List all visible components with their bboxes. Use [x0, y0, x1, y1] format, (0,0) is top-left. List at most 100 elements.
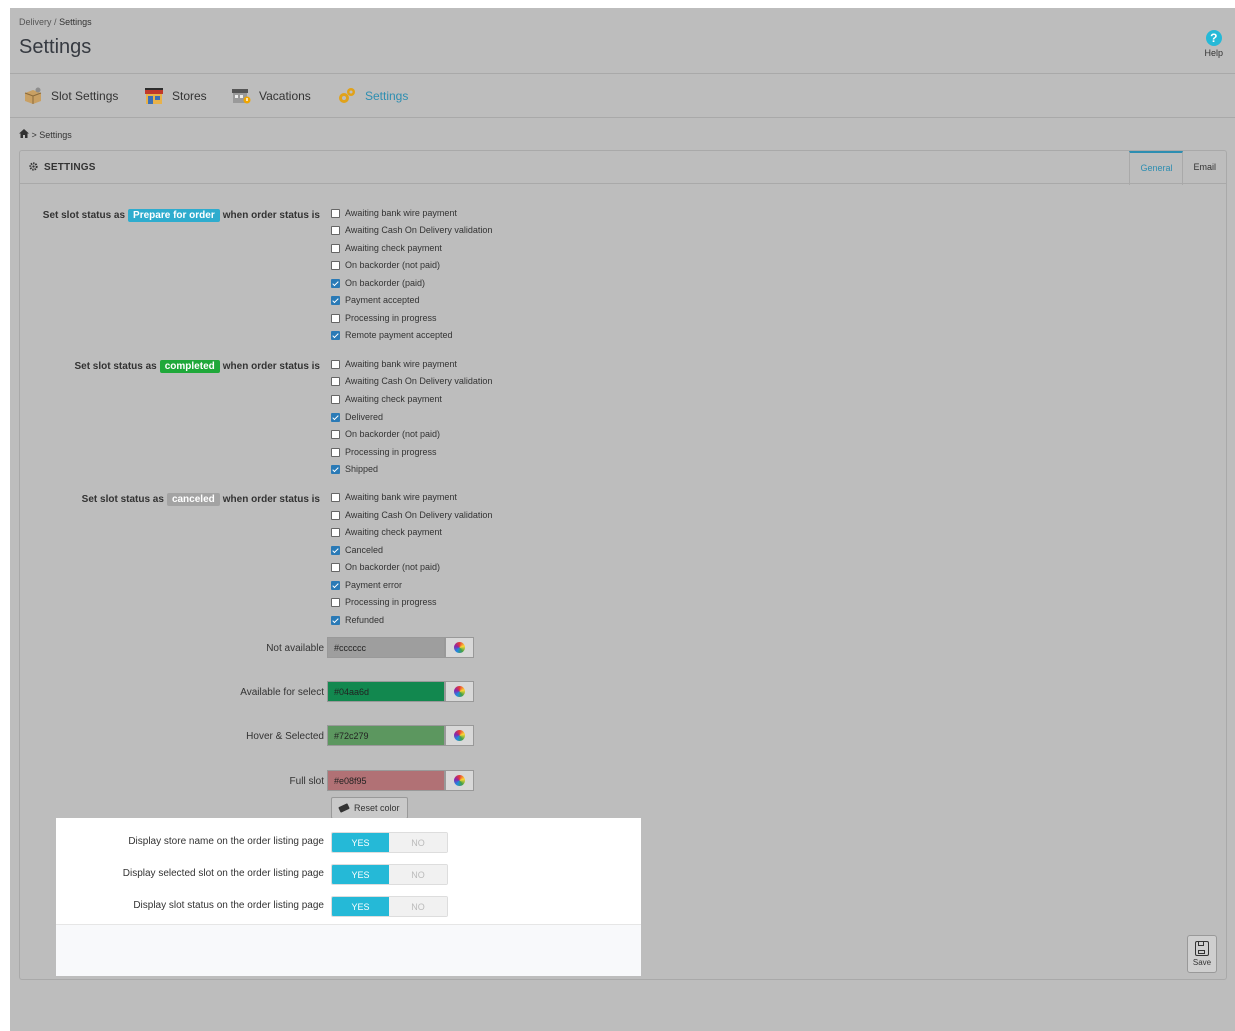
checkbox-item[interactable]: Canceled — [331, 543, 383, 557]
color-wheel-icon — [454, 642, 465, 653]
nav-vacations[interactable]: Vacations — [231, 86, 311, 106]
checkbox-item[interactable]: Payment error — [331, 578, 402, 592]
checkbox[interactable] — [331, 260, 340, 270]
toggle-no[interactable]: NO — [389, 897, 447, 916]
checkbox[interactable] — [331, 394, 340, 404]
help-button[interactable]: ? Help — [1204, 30, 1223, 58]
checkbox[interactable] — [331, 597, 340, 607]
slot-status-toggle[interactable]: YES NO — [331, 896, 448, 917]
reset-color-button[interactable]: Reset color — [331, 797, 408, 819]
checkbox[interactable] — [331, 527, 340, 537]
home-icon[interactable] — [19, 129, 32, 140]
vacation-store-icon — [231, 87, 251, 105]
nav-settings[interactable]: Settings — [337, 86, 408, 106]
checkbox-checked[interactable] — [331, 464, 340, 474]
checkbox-item[interactable]: Remote payment accepted — [331, 328, 453, 342]
checkbox-label: Payment accepted — [345, 295, 420, 305]
breadcrumb-current: Settings — [59, 17, 92, 27]
checkbox-item[interactable]: Delivered — [331, 410, 383, 424]
color-label-available: Available for select — [240, 687, 324, 698]
color-picker-button[interactable] — [445, 725, 474, 746]
nav-slot-settings[interactable]: Slot Settings — [23, 86, 118, 106]
save-button[interactable]: Save — [1187, 935, 1217, 973]
checkbox-item[interactable]: Awaiting check payment — [331, 392, 442, 406]
checkbox-item[interactable]: Refunded — [331, 613, 384, 627]
checkbox-label: Awaiting bank wire payment — [345, 492, 457, 502]
checkbox-item[interactable]: On backorder (paid) — [331, 276, 425, 290]
checkbox-item[interactable]: On backorder (not paid) — [331, 258, 440, 272]
checkbox-item[interactable]: Awaiting check payment — [331, 241, 442, 255]
tab-general[interactable]: General — [1129, 151, 1184, 185]
panel-header: SETTINGS General Email — [20, 151, 1226, 185]
checkbox[interactable] — [331, 562, 340, 572]
panel-title: SETTINGS — [29, 162, 96, 173]
color-picker-button[interactable] — [445, 637, 474, 658]
checkbox-label: Canceled — [345, 545, 384, 555]
nav-stores[interactable]: Stores — [144, 86, 207, 106]
checkbox[interactable] — [331, 376, 340, 386]
checkbox-checked[interactable] — [331, 278, 340, 288]
checkbox[interactable] — [331, 447, 340, 457]
checkbox-label: On backorder (not paid) — [345, 562, 441, 572]
checkbox-checked[interactable] — [331, 295, 340, 305]
toggle-yes[interactable]: YES — [332, 897, 389, 916]
help-icon: ? — [1205, 30, 1222, 46]
checkbox[interactable] — [331, 492, 340, 502]
nav-label: Slot Settings — [51, 89, 119, 103]
checkbox-item[interactable]: Processing in progress — [331, 445, 437, 459]
checkbox-item[interactable]: Processing in progress — [331, 311, 437, 325]
checkbox-label: Awaiting check payment — [345, 527, 442, 537]
checkbox-item[interactable]: Awaiting Cash On Delivery validation — [331, 374, 492, 388]
status-badge-completed: completed — [159, 360, 220, 373]
checkbox-checked[interactable] — [331, 545, 340, 555]
checkbox[interactable] — [331, 208, 340, 218]
checkbox-item[interactable]: Shipped — [331, 462, 378, 476]
toggle-no[interactable]: NO — [389, 833, 447, 852]
selected-slot-toggle[interactable]: YES NO — [331, 864, 448, 885]
checkbox-item[interactable]: Processing in progress — [331, 595, 437, 609]
checkbox-item[interactable]: Awaiting bank wire payment — [331, 357, 457, 371]
checkbox-item[interactable]: On backorder (not paid) — [331, 427, 440, 441]
checkbox-checked[interactable] — [331, 412, 340, 422]
nav-label: Settings — [365, 89, 409, 103]
checkbox[interactable] — [331, 313, 340, 323]
checkbox-checked[interactable] — [331, 580, 340, 590]
status-badge-prepare: Prepare for order — [128, 209, 220, 222]
checkbox-item[interactable]: On backorder (not paid) — [331, 560, 440, 574]
checkbox[interactable] — [331, 510, 340, 520]
color-wheel-icon — [454, 775, 465, 786]
checkbox[interactable] — [331, 243, 340, 253]
label-prefix: Set slot status as — [42, 210, 126, 221]
checkbox-item[interactable]: Awaiting bank wire payment — [331, 206, 457, 220]
toggle-no[interactable]: NO — [389, 865, 447, 884]
toggle-yes[interactable]: YES — [332, 833, 389, 852]
checkbox-label: Processing in progress — [345, 447, 437, 457]
checkbox-label: On backorder (not paid) — [345, 429, 441, 439]
checkbox-checked[interactable] — [331, 330, 340, 340]
checkbox-item[interactable]: Awaiting Cash On Delivery validation — [331, 223, 492, 237]
label-prefix: Set slot status as — [81, 494, 164, 505]
toggle-yes[interactable]: YES — [332, 865, 389, 884]
checkbox-item[interactable]: Awaiting Cash On Delivery validation — [331, 508, 492, 522]
color-input-not-available[interactable]: #cccccc — [327, 637, 445, 658]
breadcrumb-parent[interactable]: Delivery — [19, 17, 52, 27]
color-input-full-slot[interactable]: #e08f95 — [327, 770, 445, 791]
label-prefix: Set slot status as — [74, 361, 157, 372]
color-picker-button[interactable] — [445, 770, 474, 791]
checkbox[interactable] — [331, 225, 340, 235]
switch-label-selected-slot: Display selected slot on the order listi… — [122, 868, 324, 879]
checkbox-item[interactable]: Awaiting check payment — [331, 525, 442, 539]
checkbox-checked[interactable] — [331, 615, 340, 625]
tab-email[interactable]: Email — [1183, 151, 1226, 183]
checkbox[interactable] — [331, 359, 340, 369]
color-picker-button[interactable] — [445, 681, 474, 702]
label-suffix: when order status is — [222, 210, 320, 221]
checkbox-item[interactable]: Payment accepted — [331, 293, 420, 307]
checkbox[interactable] — [331, 429, 340, 439]
checkbox-item[interactable]: Awaiting bank wire payment — [331, 490, 457, 504]
color-input-available[interactable]: #04aa6d — [327, 681, 445, 702]
store-name-toggle[interactable]: YES NO — [331, 832, 448, 853]
status-badge-canceled: canceled — [166, 493, 220, 506]
nav-label: Vacations — [259, 89, 311, 103]
color-input-hover-selected[interactable]: #72c279 — [327, 725, 445, 746]
